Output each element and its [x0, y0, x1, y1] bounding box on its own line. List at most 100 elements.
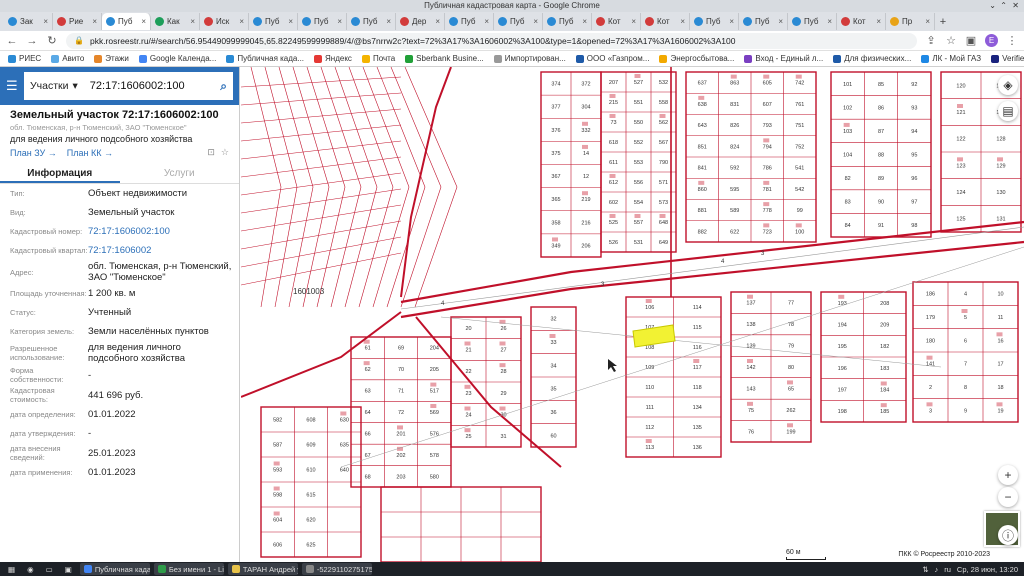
tab-info[interactable]: Информация [0, 164, 120, 183]
bookmark-item[interactable]: ООО «Газпром... [576, 54, 650, 63]
url-text: pkk.rosreestr.ru/#/search/56.95449099999… [90, 36, 735, 46]
property-value[interactable]: 72:17:1606002:100 [88, 225, 233, 238]
tab-close-icon[interactable]: × [190, 17, 195, 26]
browser-tab[interactable]: Иск × [200, 13, 249, 30]
profile-avatar[interactable]: E [985, 34, 998, 47]
close-window-button[interactable]: ✕ [1012, 0, 1019, 12]
bookmark-item[interactable]: Публичная када... [226, 54, 304, 63]
bookmark-item[interactable]: Авито [51, 54, 84, 63]
new-tab-button[interactable]: + [935, 16, 951, 28]
cadastral-map[interactable]: 374 377 376 375 367 365 358 349 372 304 332 14 12 219… [241, 67, 1024, 562]
menu-kebab-icon[interactable]: ⋮ [1006, 34, 1018, 47]
reload-button[interactable]: ↻ [46, 34, 58, 47]
chrome-launcher-icon[interactable]: ◉ [23, 563, 38, 575]
browser-tab[interactable]: Пуб × [739, 13, 788, 30]
map-mode-icon[interactable]: ▤ [998, 101, 1018, 121]
tab-close-icon[interactable]: × [239, 17, 244, 26]
property-value[interactable]: 72:17:1606002 [88, 244, 233, 257]
minimize-button[interactable]: ⌄ [989, 0, 996, 12]
forward-button[interactable]: → [26, 35, 38, 47]
layers-icon[interactable]: ◈ [998, 75, 1018, 95]
browser-tab[interactable]: Кот × [837, 13, 886, 30]
menu-hamburger-icon[interactable]: ☰ [6, 78, 18, 94]
keyboard-layout[interactable]: ru [944, 565, 951, 574]
search-icon[interactable]: ⌕ [220, 79, 227, 94]
bookmark-item[interactable]: Энергосбытова... [659, 54, 734, 63]
tab-close-icon[interactable]: × [827, 17, 832, 26]
browser-tab[interactable]: Пуб × [543, 13, 592, 30]
search-input[interactable]: 72:17:1606002:100 [90, 80, 214, 92]
tab-close-icon[interactable]: × [337, 17, 342, 26]
tab-close-icon[interactable]: × [43, 17, 48, 26]
maximize-button[interactable]: ⌃ [1000, 0, 1007, 12]
browser-tab[interactable]: Как × [151, 13, 200, 30]
browser-tab[interactable]: Пуб × [298, 13, 347, 30]
plan-kk-link[interactable]: План КК → [67, 148, 113, 158]
browser-tab[interactable]: Кот × [592, 13, 641, 30]
browser-tab[interactable]: Рие × [53, 13, 102, 30]
tab-close-icon[interactable]: × [729, 17, 734, 26]
properties-list: Тип: Объект недвижимости Вид: Земельный уча… [0, 184, 239, 482]
tab-close-icon[interactable]: × [631, 17, 636, 26]
search-type-select[interactable]: Участки ▾ [30, 80, 84, 92]
browser-tab[interactable]: Пуб × [249, 13, 298, 30]
tab-close-icon[interactable]: × [141, 17, 146, 26]
map-canvas[interactable]: 3743773763753673653583493723043321412219… [241, 67, 1024, 562]
taskbar-window-button[interactable]: Публичная кадастровая ... [80, 563, 150, 575]
parcel-number: 186 [926, 292, 935, 298]
tab-close-icon[interactable]: × [435, 17, 440, 26]
bookmark-item[interactable]: Яндекс [314, 54, 352, 63]
terminal-launcher-icon[interactable]: ▣ [61, 563, 76, 575]
bookmark-item[interactable]: Для физических... [833, 54, 911, 63]
volume-icon[interactable]: ♪ [935, 565, 939, 574]
browser-tab[interactable]: Пуб × [690, 13, 739, 30]
clock[interactable]: Ср, 28 июн, 13:20 [957, 565, 1018, 574]
tab-services[interactable]: Услуги [120, 164, 240, 183]
bookmark-star-icon[interactable]: ☆ [945, 34, 957, 47]
tab-close-icon[interactable]: × [288, 17, 293, 26]
sidebar-icon[interactable]: ▣ [965, 34, 977, 47]
bookmark-item[interactable]: Этажи [94, 54, 129, 63]
favorite-star-icon[interactable]: ☆ [221, 147, 229, 158]
info-icon[interactable]: ⓘ [998, 525, 1018, 545]
back-button[interactable]: ← [6, 35, 18, 47]
zoom-in-button[interactable]: + [998, 465, 1018, 485]
url-field[interactable]: 🔒 pkk.rosreestr.ru/#/search/56.954490999… [66, 33, 917, 49]
bookmark-item[interactable]: Почта [362, 54, 395, 63]
plan-zu-link[interactable]: План ЗУ → [10, 148, 57, 158]
bookmark-item[interactable]: ЛК - Мой ГАЗ [921, 54, 981, 63]
browser-tab[interactable]: Дер × [396, 13, 445, 30]
zoom-out-button[interactable]: − [998, 487, 1018, 507]
taskbar-window-button[interactable]: ТАРАН Андрей участки [228, 563, 298, 575]
tab-close-icon[interactable]: × [386, 17, 391, 26]
browser-tab[interactable]: Зак × [4, 13, 53, 30]
bookmark-item[interactable]: Sberbank Busine... [405, 54, 484, 63]
bookmark-item[interactable]: Verified by VISA -... [991, 54, 1024, 63]
tab-close-icon[interactable]: × [92, 17, 97, 26]
taskbar-window-button[interactable]: Без имени 1 - LibreOffice ... [154, 563, 224, 575]
tab-close-icon[interactable]: × [582, 17, 587, 26]
tab-close-icon[interactable]: × [484, 17, 489, 26]
browser-tab[interactable]: Пр × [886, 13, 935, 30]
browser-tab[interactable]: Кот × [641, 13, 690, 30]
tab-close-icon[interactable]: × [533, 17, 538, 26]
zoom-to-object-icon[interactable]: ⊡ [207, 147, 215, 158]
start-menu-icon[interactable]: ▦ [4, 563, 19, 575]
browser-tab[interactable]: Пуб × [102, 13, 151, 30]
share-icon[interactable]: ⇪ [925, 34, 937, 47]
tab-close-icon[interactable]: × [778, 17, 783, 26]
network-icon[interactable]: ⇅ [922, 565, 928, 574]
tab-close-icon[interactable]: × [925, 17, 930, 26]
browser-tab[interactable]: Пуб × [788, 13, 837, 30]
tab-close-icon[interactable]: × [876, 17, 881, 26]
browser-tab[interactable]: Пуб × [347, 13, 396, 30]
bookmark-item[interactable]: РИЕС [8, 54, 41, 63]
browser-tab[interactable]: Пуб × [445, 13, 494, 30]
files-launcher-icon[interactable]: ▭ [42, 563, 57, 575]
bookmark-item[interactable]: Вход - Единый л... [744, 54, 823, 63]
browser-tab[interactable]: Пуб × [494, 13, 543, 30]
tab-close-icon[interactable]: × [680, 17, 685, 26]
bookmark-item[interactable]: Google Календа... [139, 54, 216, 63]
taskbar-window-button[interactable]: -522911027517573002... [302, 563, 372, 575]
bookmark-item[interactable]: Импортирован... [494, 54, 566, 63]
